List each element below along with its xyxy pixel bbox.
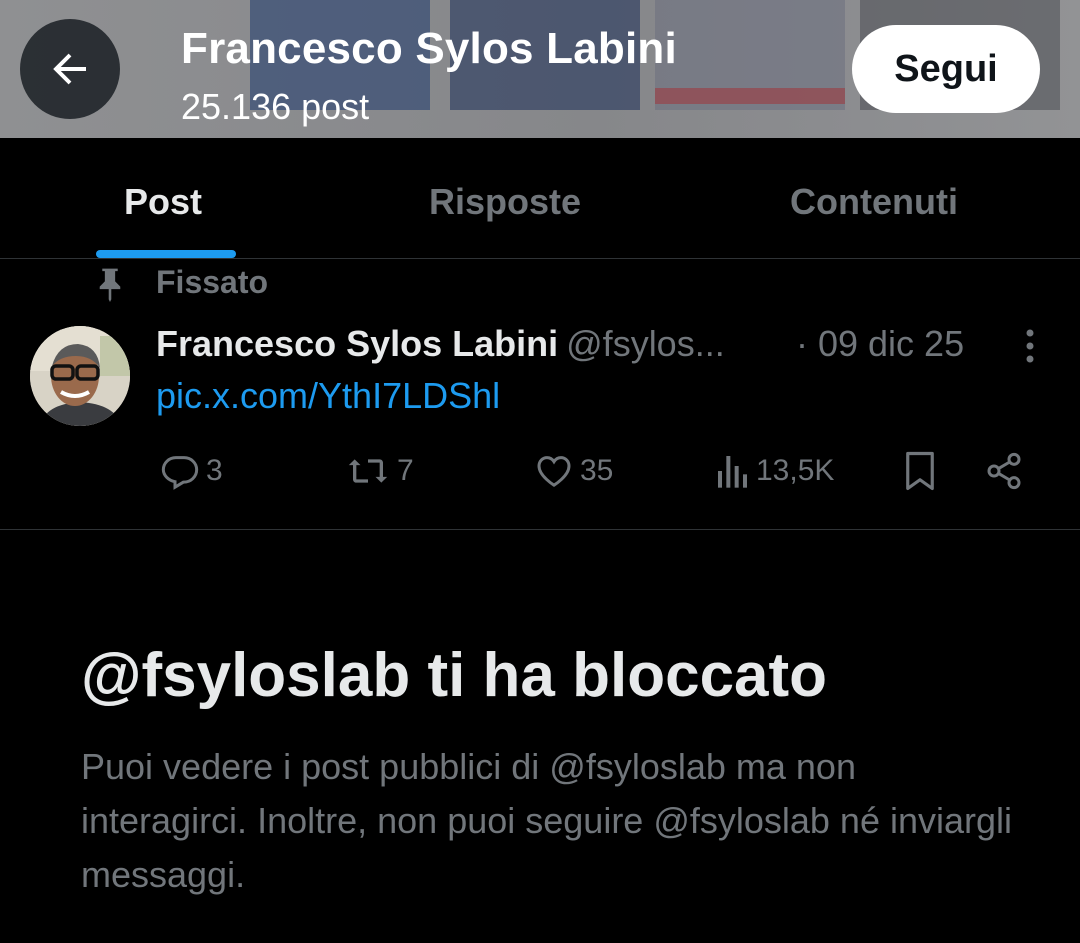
like-button[interactable]: 35 [534, 448, 613, 494]
tweet-author-line: Francesco Sylos Labini @fsylos... [156, 322, 725, 366]
repost-button[interactable]: 7 [345, 448, 414, 494]
share-button[interactable] [984, 448, 1024, 494]
like-count: 35 [580, 454, 614, 487]
avatar-photo [30, 326, 130, 426]
view-count: 13,5K [756, 454, 835, 487]
profile-header: Francesco Sylos Labini 25.136 post Segui [0, 0, 1080, 138]
bookmark-button[interactable] [902, 448, 938, 494]
tab-post[interactable]: Post [124, 181, 202, 223]
follow-button[interactable]: Segui [852, 25, 1040, 113]
tab-risposte[interactable]: Risposte [429, 181, 581, 223]
active-tab-indicator [96, 250, 236, 258]
views-button[interactable]: 13,5K [716, 448, 834, 494]
banner-image [655, 88, 845, 104]
reply-count: 3 [206, 454, 223, 487]
reply-button[interactable]: 3 [160, 448, 223, 494]
more-vertical-icon [1026, 329, 1034, 363]
tweet-date[interactable]: · 09 dic 25 [796, 322, 964, 366]
more-options-button[interactable] [1010, 326, 1050, 366]
arrow-left-icon [53, 53, 86, 85]
back-button[interactable] [20, 19, 120, 119]
tweet-author-handle[interactable]: @fsylos... [566, 323, 725, 364]
profile-tabs: Post Risposte Contenuti [0, 138, 1080, 259]
bookmark-icon [906, 451, 934, 491]
blocked-title: @fsyloslab ti ha bloccato [81, 641, 828, 710]
pin-icon [99, 268, 121, 302]
repost-icon [348, 459, 388, 483]
heart-icon [537, 456, 571, 487]
analytics-icon [718, 456, 747, 488]
divider [0, 529, 1080, 530]
pinned-label: Fissato [156, 264, 269, 300]
reply-icon [161, 456, 199, 490]
tweet-author-name[interactable]: Francesco Sylos Labini [156, 323, 558, 364]
blocked-description: Puoi vedere i post pubblici di @fsylosla… [81, 746, 1013, 895]
profile-name: Francesco Sylos Labini [181, 24, 677, 73]
tab-contenuti[interactable]: Contenuti [790, 181, 958, 223]
pinned-indicator [94, 264, 126, 304]
repost-count: 7 [397, 454, 414, 487]
post-count: 25.136 post [181, 86, 370, 127]
avatar[interactable] [30, 326, 130, 426]
share-icon [987, 452, 1021, 490]
tweet-media-link[interactable]: pic.x.com/YthI7LDShl [156, 374, 500, 418]
